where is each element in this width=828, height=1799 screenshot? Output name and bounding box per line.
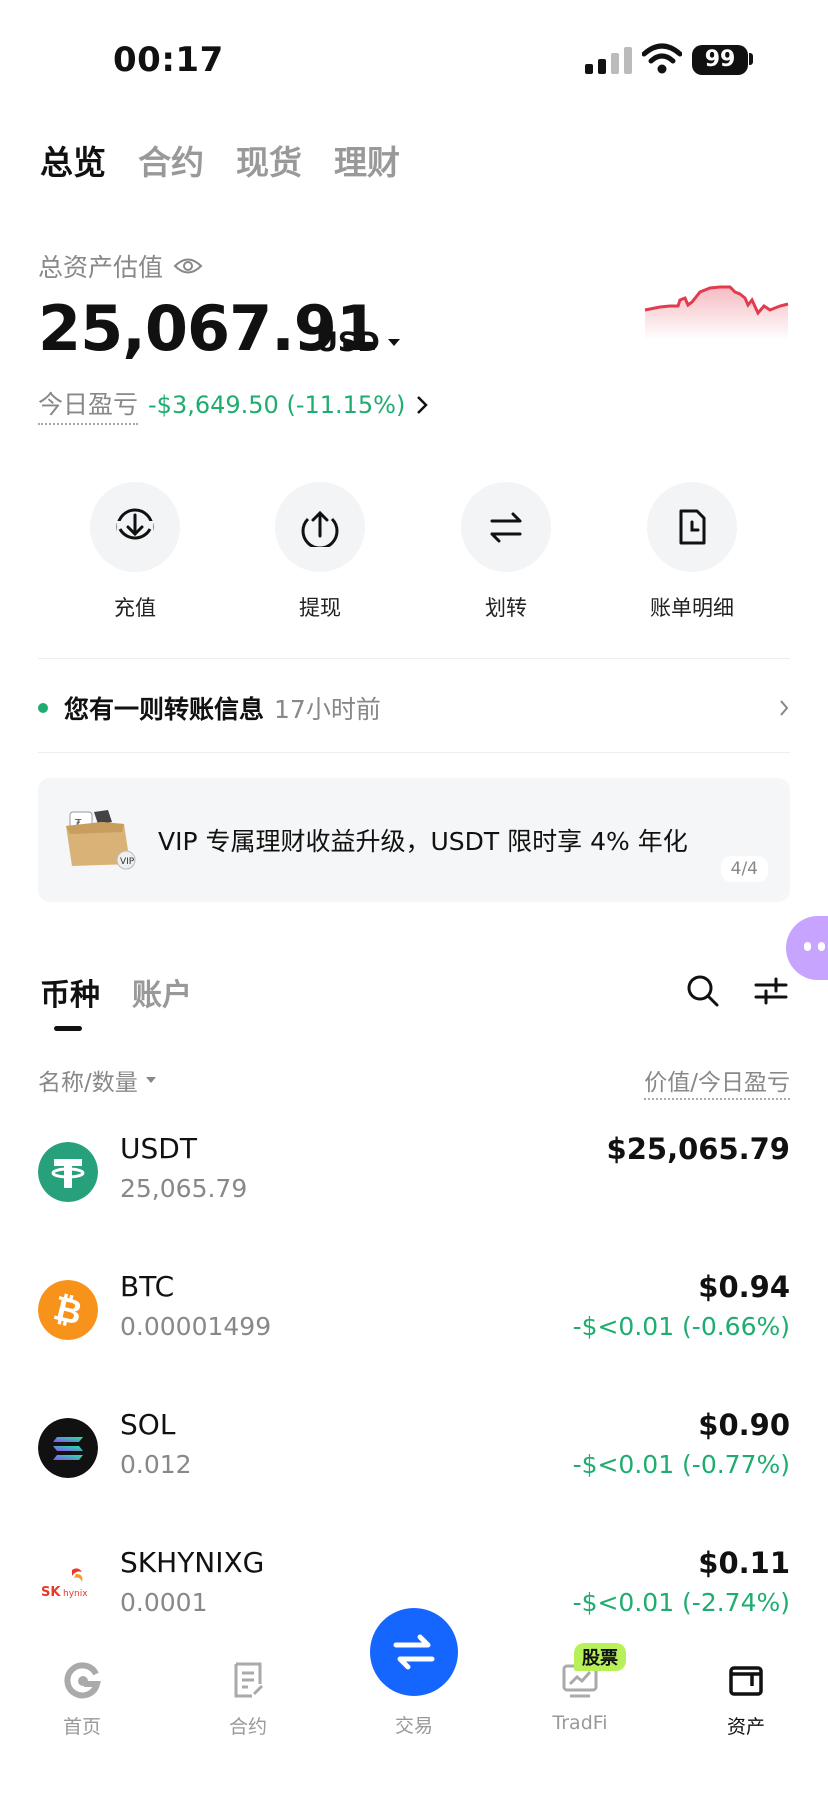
assistant-bubble[interactable]: [786, 916, 828, 980]
tab-finance[interactable]: 理财: [334, 136, 400, 184]
sk-hynix-logo: SK hynix: [38, 1556, 98, 1616]
bill-icon: [679, 509, 706, 545]
coin-row-sol[interactable]: SOL 0.012 $0.90 -$<0.01 (-0.77%): [38, 1408, 790, 1508]
svg-text:VIP: VIP: [120, 857, 135, 867]
trade-icon: [393, 1634, 435, 1670]
deposit-icon: [116, 508, 154, 547]
transfer-label: 划转: [485, 596, 527, 620]
withdraw-icon: [301, 510, 339, 547]
transfer-icon: [490, 512, 522, 543]
coin-value: $0.90: [698, 1408, 790, 1442]
chevron-right-icon: [780, 700, 789, 716]
signal-icon: [585, 46, 632, 74]
nav-home[interactable]: 首页: [22, 1660, 142, 1739]
top-tabs: 总览 合约 现货 理财: [40, 136, 400, 184]
banner-text: VIP 专属理财收益升级，USDT 限时享 4% 年化: [158, 827, 688, 856]
coin-row-usdt[interactable]: USDT 25,065.79 $25,065.79: [38, 1132, 790, 1232]
coin-value: $25,065.79: [606, 1132, 790, 1166]
assets-icon: [729, 1666, 763, 1696]
column-left-label: 名称/数量: [38, 1070, 138, 1096]
currency-label: USD: [316, 327, 380, 358]
column-right-label[interactable]: 价值/今日盈亏: [644, 1063, 790, 1100]
withdraw-label: 提现: [299, 596, 341, 620]
notice-time: 17小时前: [274, 695, 381, 724]
coin-name: SOL: [120, 1408, 176, 1441]
promo-banner[interactable]: ₮ VIP VIP 专属理财收益升级，USDT 限时享 4% 年化 4/4: [38, 778, 790, 902]
wifi-icon: [642, 43, 682, 74]
svg-text:hynix: hynix: [63, 1589, 88, 1599]
eye-icon[interactable]: [173, 255, 203, 277]
status-dot: [38, 703, 48, 713]
coin-name: SKHYNIXG: [120, 1546, 265, 1579]
coin-pnl: -$<0.01 (-2.74%): [572, 1588, 790, 1617]
deposit-button[interactable]: 充值: [65, 482, 205, 622]
withdraw-button[interactable]: 提现: [250, 482, 390, 622]
deposit-circle: [90, 482, 180, 572]
stock-badge: 股票: [574, 1643, 626, 1671]
today-pnl-row[interactable]: 今日盈亏 -$3,649.50 (-11.15%): [38, 385, 429, 425]
coin-value: $0.94: [698, 1270, 790, 1304]
transfer-circle: [461, 482, 551, 572]
total-asset-header: 总资产估值: [38, 248, 203, 284]
asset-sparkline[interactable]: [640, 270, 790, 340]
total-asset-label: 总资产估值: [38, 253, 164, 282]
nav-tradfi[interactable]: TradFi: [520, 1660, 640, 1734]
coin-name: BTC: [120, 1270, 175, 1303]
home-icon: [64, 1662, 101, 1699]
battery-icon: 99: [692, 45, 748, 75]
coin-pnl: -$<0.01 (-0.66%): [572, 1312, 790, 1341]
sort-name-amount[interactable]: 名称/数量: [38, 1063, 156, 1097]
bill-label: 账单明细: [650, 596, 734, 620]
notice-text: 您有一则转账信息: [64, 695, 265, 724]
status-time: 00:17: [113, 40, 224, 80]
tab-overview[interactable]: 总览: [40, 136, 106, 184]
currency-selector[interactable]: USD: [316, 327, 400, 358]
transfer-notice[interactable]: 您有一则转账信息 17小时前: [38, 690, 790, 726]
tab-spot[interactable]: 现货: [236, 136, 302, 184]
nav-contract-label: 合约: [228, 1716, 267, 1738]
bill-circle: [647, 482, 737, 572]
battery-tip: [749, 53, 753, 65]
transfer-button[interactable]: 划转: [436, 482, 576, 622]
contract-icon: [234, 1662, 264, 1698]
nav-assets[interactable]: 资产: [686, 1660, 806, 1739]
caret-down-icon: [145, 1077, 156, 1083]
nav-trade-label[interactable]: 交易: [370, 1711, 458, 1738]
banner-page-indicator: 4/4: [720, 856, 768, 882]
filter-icon[interactable]: [754, 976, 788, 1006]
trade-button[interactable]: [370, 1608, 458, 1696]
coin-name: USDT: [120, 1132, 197, 1165]
usdt-icon: [38, 1142, 98, 1202]
tab-accounts[interactable]: 账户: [132, 970, 192, 1014]
chevron-right-icon: [417, 396, 429, 414]
today-pnl-value: -$3,649.50 (-11.15%): [148, 391, 406, 419]
coin-value: $0.11: [698, 1546, 790, 1580]
coin-pnl: -$<0.01 (-0.77%): [572, 1450, 790, 1479]
nav-contract[interactable]: 合约: [188, 1660, 308, 1739]
vip-wallet-icon: ₮ VIP: [66, 810, 136, 870]
btc-icon: ₿: [38, 1280, 98, 1340]
nav-assets-label: 资产: [726, 1716, 765, 1738]
withdraw-circle: [275, 482, 365, 572]
list-tabs: 币种 账户: [40, 970, 192, 1031]
nav-tradfi-label: TradFi: [552, 1712, 608, 1734]
coin-amount: 0.00001499: [120, 1312, 272, 1341]
caret-down-icon: [387, 339, 400, 346]
svg-text:SK: SK: [41, 1585, 61, 1600]
divider: [38, 658, 790, 659]
deposit-label: 充值: [114, 596, 156, 620]
tab-contract[interactable]: 合约: [138, 136, 204, 184]
today-pnl-label: 今日盈亏: [38, 385, 139, 425]
search-icon[interactable]: [686, 974, 720, 1008]
nav-home-label: 首页: [62, 1716, 101, 1738]
tab-coins[interactable]: 币种: [40, 970, 100, 1031]
coin-amount: 0.0001: [120, 1588, 208, 1617]
coin-amount: 25,065.79: [120, 1174, 248, 1203]
divider: [38, 752, 790, 753]
sol-icon: [38, 1418, 98, 1478]
coin-row-btc[interactable]: ₿ BTC 0.00001499 $0.94 -$<0.01 (-0.66%): [38, 1270, 790, 1370]
coin-amount: 0.012: [120, 1450, 192, 1479]
bill-button[interactable]: 账单明细: [622, 482, 762, 622]
